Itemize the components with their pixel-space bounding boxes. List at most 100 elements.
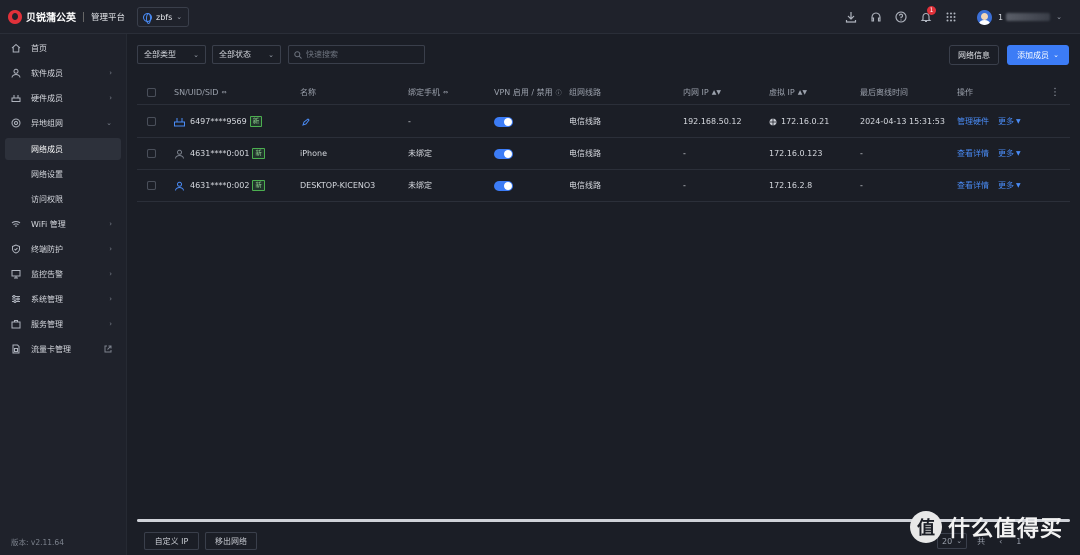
user-icon <box>175 149 184 159</box>
row-checkbox[interactable] <box>147 106 156 137</box>
network-selector-value: zbfs <box>156 12 173 22</box>
sidebar-item-service-management[interactable]: 服务管理 › <box>0 313 127 335</box>
column-header-virtual-ip[interactable]: 虚拟 IP ▲▼ <box>769 81 807 104</box>
chevron-down-icon: ⌄ <box>1053 51 1059 59</box>
row-line: 电信线路 <box>569 117 601 126</box>
column-header-lan-ip[interactable]: 内网 IP ▲▼ <box>683 81 721 104</box>
more-menu[interactable]: 更多 ▼ <box>998 106 1021 137</box>
chevron-down-icon[interactable]: ⌄ <box>1056 13 1062 21</box>
row-virtual-ip: 172.16.0.123 <box>769 149 823 158</box>
sidebar-item-network-members[interactable]: 网络成员 <box>5 138 121 160</box>
manage-hardware-link[interactable]: 管理硬件 <box>957 106 989 137</box>
column-header-vpn: VPN 启用 / 禁用 ⓘ <box>494 88 562 97</box>
sidebar-item-remote-network[interactable]: 异地组网 ⌄ <box>0 112 127 134</box>
sidebar-item-wifi[interactable]: WiFi 管理 › <box>0 213 127 235</box>
avatar[interactable] <box>977 9 993 25</box>
chevron-right-icon: › <box>109 220 112 228</box>
row-phone: - <box>408 117 411 126</box>
network-icon <box>11 118 21 128</box>
type-filter[interactable]: 全部类型 ⌄ <box>137 45 206 64</box>
caret-down-icon: ▼ <box>1016 118 1021 125</box>
sidebar-item-software-members[interactable]: 软件成员 › <box>0 62 127 84</box>
chevron-right-icon: › <box>109 270 112 278</box>
user-name-redacted <box>1006 13 1051 21</box>
apps-grid-icon[interactable] <box>945 11 957 23</box>
more-menu[interactable]: 更多 ▼ <box>998 170 1021 201</box>
chevron-down-icon: ⌄ <box>106 119 112 127</box>
sidebar-item-home[interactable]: 首页 <box>0 37 127 59</box>
sidebar: 首页 软件成员 › 硬件成员 › 异地组网 ⌄ 网络成员 网络设置 访问权限 W… <box>0 34 127 555</box>
bell-icon[interactable]: 1 <box>920 6 937 23</box>
add-member-button[interactable]: 添加成员 ⌄ <box>1007 45 1069 65</box>
sort-icon: ▲▼ <box>797 89 807 96</box>
user-name[interactable]: 1 <box>998 13 1003 22</box>
network-info-button[interactable]: 网络信息 <box>949 45 999 65</box>
sidebar-item-network-settings[interactable]: 网络设置 <box>0 163 127 185</box>
sidebar-item-label: 软件成员 <box>31 68 63 78</box>
sidebar-item-label: 异地组网 <box>31 118 63 128</box>
user-icon <box>11 68 21 78</box>
row-id: 4631****0:001 <box>190 149 250 158</box>
help-icon[interactable] <box>895 11 907 23</box>
view-details-link[interactable]: 查看详情 <box>957 170 989 201</box>
chevron-down-icon: ⌄ <box>176 13 183 21</box>
row-line: 电信线路 <box>569 181 601 190</box>
row-checkbox[interactable] <box>147 138 156 169</box>
sidebar-item-label: 首页 <box>31 43 47 53</box>
shield-icon <box>12 244 20 254</box>
sidebar-item-system-management[interactable]: 系统管理 › <box>0 288 127 310</box>
download-icon[interactable] <box>845 11 857 23</box>
row-id-cell: 4631****0:002 新 <box>174 170 265 201</box>
sort-icon: ▲▼ <box>711 89 721 96</box>
table-row: 6497****9569 新 - 电信线路 192.168.50.12 172.… <box>137 106 1070 138</box>
chevron-right-icon: › <box>109 295 112 303</box>
row-checkbox[interactable] <box>147 170 156 201</box>
search-input[interactable]: 快速搜索 <box>288 45 425 64</box>
chevron-down-icon: ⌄ <box>193 50 199 59</box>
new-tag: 新 <box>252 148 265 159</box>
sidebar-item-traffic-card[interactable]: 流量卡管理 <box>0 338 127 360</box>
row-virtual-ip-cell: 172.16.0.21 <box>769 106 829 137</box>
sidebar-item-access-rights[interactable]: 访问权限 <box>0 188 127 210</box>
main-content: 全部类型 ⌄ 全部状态 ⌄ 快速搜索 网络信息 添加成员 ⌄ SN/UID/SI… <box>127 34 1080 555</box>
custom-ip-button[interactable]: 自定义 IP <box>144 532 199 550</box>
top-actions: 1 1 ⌄ <box>832 0 1080 34</box>
link-icon: ⇔ <box>221 89 227 96</box>
vpn-toggle[interactable] <box>494 106 513 137</box>
add-member-label: 添加成员 <box>1017 50 1050 60</box>
row-phone: 未绑定 <box>408 149 432 158</box>
link-icon: ⇔ <box>443 89 449 96</box>
caret-down-icon: ▼ <box>1016 150 1021 157</box>
sidebar-item-label: 系统管理 <box>31 294 63 304</box>
table-row: 4631****0:001 新 iPhone 未绑定 电信线路 - 172.16… <box>137 138 1070 170</box>
headset-icon[interactable] <box>870 11 882 23</box>
brand-divider <box>83 11 84 22</box>
sidebar-item-monitoring-alerts[interactable]: 监控告警 › <box>0 263 127 285</box>
router-icon <box>174 117 185 126</box>
view-details-link[interactable]: 查看详情 <box>957 138 989 169</box>
sidebar-item-label: 终端防护 <box>31 244 63 254</box>
external-link-icon <box>104 345 112 353</box>
brand-logo[interactable]: 贝锐蒲公英 管理平台 <box>8 9 125 24</box>
vpn-toggle[interactable] <box>494 170 513 201</box>
more-menu[interactable]: 更多 ▼ <box>998 138 1021 169</box>
caret-down-icon: ▼ <box>1016 182 1021 189</box>
sliders-icon <box>12 295 20 303</box>
edit-name-icon[interactable] <box>302 106 310 137</box>
column-settings-icon[interactable]: ⋮ <box>1050 81 1060 104</box>
row-lan-ip: 192.168.50.12 <box>683 117 742 126</box>
remove-from-network-button[interactable]: 移出网络 <box>205 532 257 550</box>
chevron-down-icon: ⌄ <box>268 50 274 59</box>
table-row: 4631****0:002 新 DESKTOP-KICENO3 未绑定 电信线路… <box>137 170 1070 202</box>
row-last-offline: - <box>860 181 863 190</box>
row-line: 电信线路 <box>569 149 601 158</box>
status-filter[interactable]: 全部状态 ⌄ <box>212 45 281 64</box>
select-all-checkbox[interactable] <box>147 81 156 104</box>
column-header-name: 名称 <box>300 88 316 97</box>
network-selector[interactable]: zbfs ⌄ <box>137 7 189 27</box>
chevron-right-icon: › <box>109 69 112 77</box>
vpn-toggle[interactable] <box>494 138 513 169</box>
briefcase-icon <box>11 320 21 329</box>
sidebar-item-endpoint-protection[interactable]: 终端防护 › <box>0 238 127 260</box>
sidebar-item-hardware-members[interactable]: 硬件成员 › <box>0 87 127 109</box>
